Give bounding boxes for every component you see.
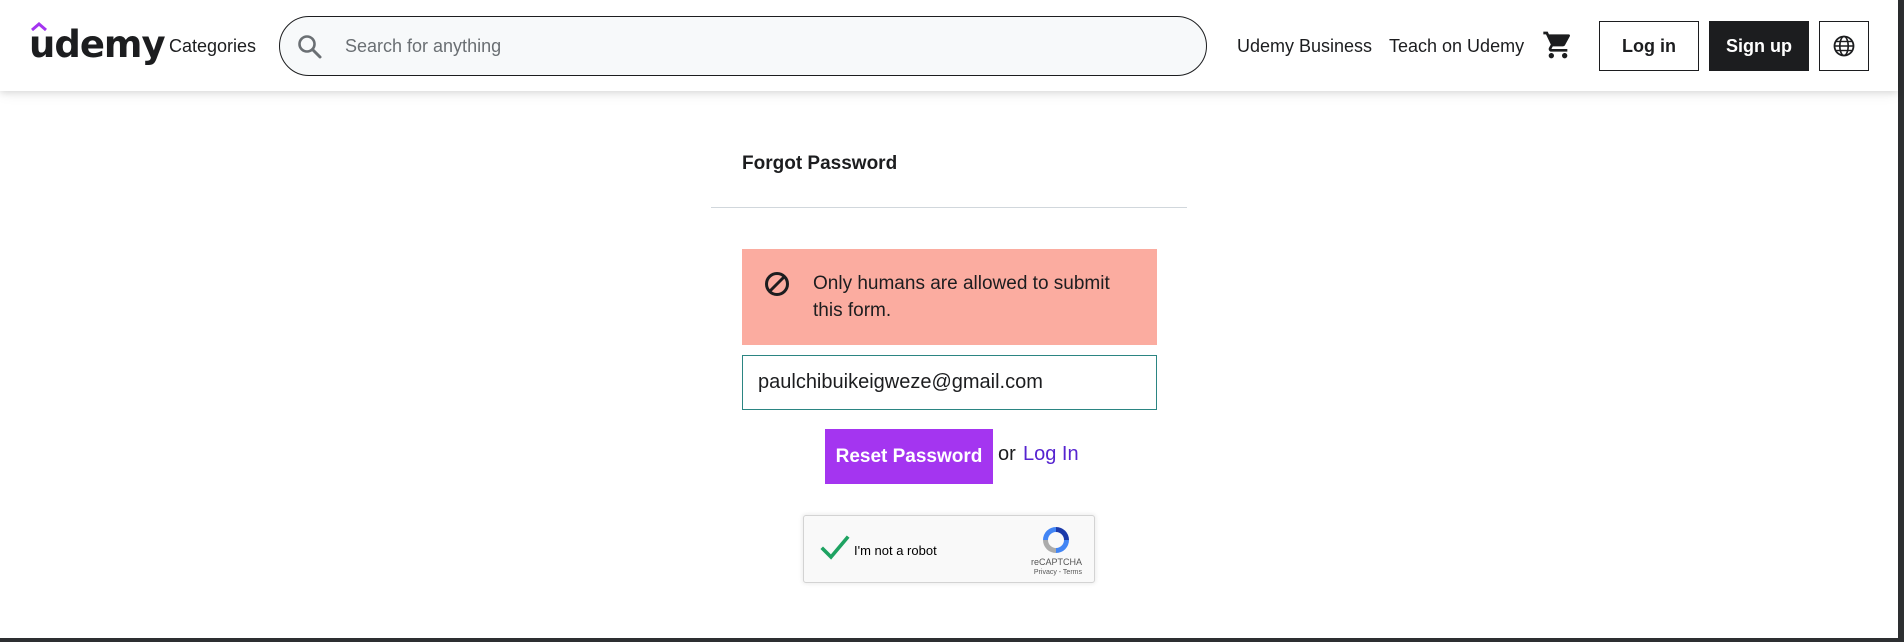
checkmark-icon[interactable] [820,535,850,561]
search-bar[interactable] [279,16,1207,76]
prohibited-icon [765,272,789,296]
globe-icon [1833,35,1855,57]
recaptcha-links[interactable]: Privacy - Terms [1034,569,1082,576]
login-button[interactable]: Log in [1599,21,1699,71]
login-link[interactable]: Log In [1023,443,1079,466]
page-frame: udemy Categories Udemy Business Teach on… [0,0,1904,642]
or-text: or [998,443,1016,465]
search-input[interactable] [345,17,1185,75]
alert-message: Only humans are allowed to submit this f… [813,273,1110,321]
signup-button[interactable]: Sign up [1709,21,1809,71]
teach-on-udemy-link[interactable]: Teach on Udemy [1389,34,1524,58]
categories-link[interactable]: Categories [169,34,256,58]
udemy-logo[interactable]: udemy [29,22,166,68]
error-alert: Only humans are allowed to submit this f… [742,249,1157,345]
language-button[interactable] [1819,21,1869,71]
logo-hat-icon [31,22,47,31]
page-title: Forgot Password [742,153,898,174]
email-field[interactable] [742,355,1157,410]
reset-password-button[interactable]: Reset Password [825,429,993,484]
search-icon[interactable] [296,33,324,61]
recaptcha-brand: reCAPTCHA [1030,557,1082,567]
udemy-business-link[interactable]: Udemy Business [1237,34,1372,58]
shopping-cart-icon[interactable] [1542,29,1574,61]
recaptcha-label: I'm not a robot [854,543,937,558]
top-header: udemy Categories Udemy Business Teach on… [0,0,1898,91]
title-divider [711,207,1187,208]
logo-wordmark: udemy [29,23,166,66]
recaptcha-logo-icon [1043,527,1069,553]
recaptcha-widget[interactable]: I'm not a robot reCAPTCHA Privacy - Term… [803,515,1095,583]
